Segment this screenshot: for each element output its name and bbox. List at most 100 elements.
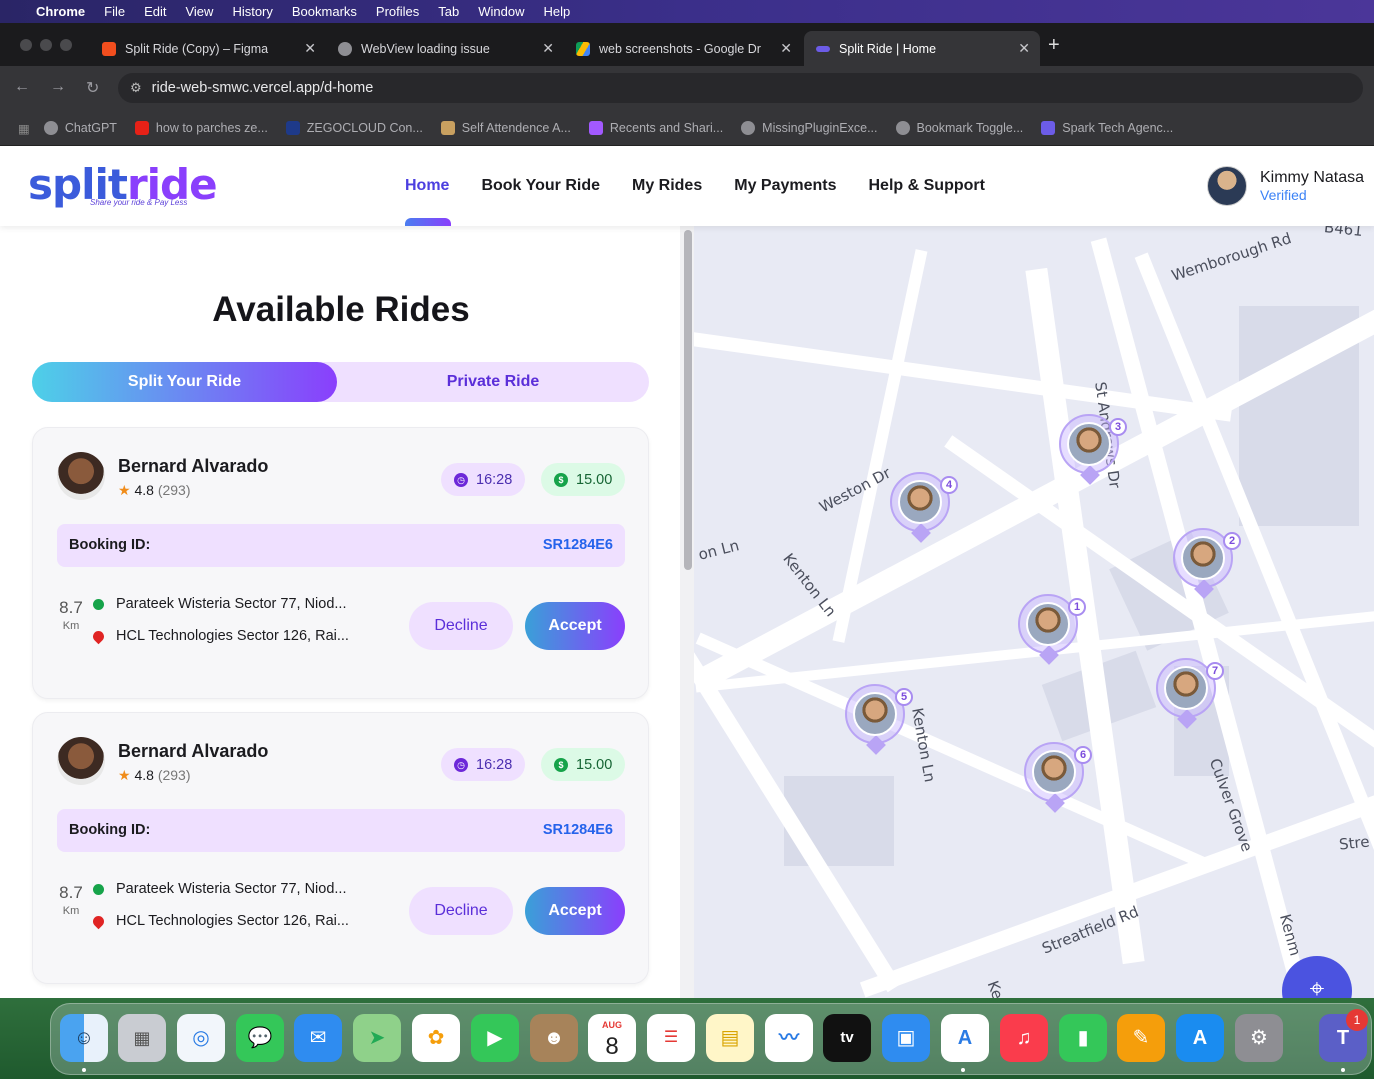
forward-icon[interactable]: → [50,78,66,96]
clock-icon: ◷ [454,757,468,772]
dropoff-location: HCL Technologies Sector 126, Rai... [90,913,349,929]
rating-value: 4.8 [134,767,154,783]
bookmark-item[interactable]: MissingPluginExce... [741,121,878,135]
calendar-icon[interactable]: AUG 8 [588,1014,636,1062]
menu-bookmarks[interactable]: Bookmarks [292,4,357,19]
finder-icon[interactable]: ☺ [60,1014,108,1062]
menu-file[interactable]: File [104,4,125,19]
decline-button[interactable]: Decline [409,887,513,935]
tv-icon[interactable]: tv [823,1014,871,1062]
close-tab-icon[interactable]: ✕ [542,40,554,57]
nav-my-rides[interactable]: My Rides [632,177,702,195]
bookmark-item[interactable]: Spark Tech Agenc... [1041,121,1173,135]
menu-help[interactable]: Help [544,4,571,19]
pages-icon[interactable]: ✎ [1117,1014,1165,1062]
nav-help-support[interactable]: Help & Support [869,177,985,195]
driver-marker[interactable]: 7 [1156,658,1224,730]
keynote-icon[interactable]: ▣ [882,1014,930,1062]
new-tab-icon[interactable]: + [1048,34,1060,57]
driver-marker[interactable]: 4 [890,472,958,544]
ride-time: 16:28 [476,471,513,488]
bookmark-item[interactable]: Bookmark Toggle... [895,121,1023,135]
apps-grid-icon[interactable]: ▦ [18,121,30,136]
launchpad-icon[interactable]: ▦ [118,1014,166,1062]
main-nav: Home Book Your Ride My Rides My Payments… [405,177,985,226]
driver-marker[interactable]: 5 [845,684,913,756]
close-tab-icon[interactable]: ✕ [780,40,792,57]
user-profile[interactable]: Kimmy Natasa Verified [1207,166,1364,206]
bookmark-item[interactable]: Recents and Shari... [588,121,723,135]
menu-history[interactable]: History [232,4,272,19]
driver-marker[interactable]: 3 [1059,414,1127,486]
scrollbar-thumb[interactable] [684,230,692,570]
numbers-icon[interactable]: ▮ [1059,1014,1107,1062]
bookmark-item[interactable]: how to parches ze... [134,121,268,135]
nav-my-payments[interactable]: My Payments [734,177,836,195]
nav-home[interactable]: Home [405,177,452,226]
bookmark-item[interactable]: ChatGPT [43,121,117,135]
close-tab-icon[interactable]: ✕ [1018,40,1030,57]
facetime-icon[interactable]: ▶ [471,1014,519,1062]
reminders-icon[interactable]: ☰ [647,1014,695,1062]
mail-icon[interactable]: ✉ [294,1014,342,1062]
reload-icon[interactable]: ↻ [86,78,99,98]
pickup-text: Parateek Wisteria Sector 77, Niod... [116,596,347,612]
accept-button[interactable]: Accept [525,602,625,650]
address-bar[interactable]: ⚙ ride-web-smwc.vercel.app/d-home [118,73,1363,103]
menu-edit[interactable]: Edit [144,4,166,19]
safari-icon[interactable]: ◎ [177,1014,225,1062]
freeform-icon[interactable]: 〰 [765,1014,813,1062]
logo-tagline: Share your ride & Pay Less [90,198,188,207]
browser-chrome: Split Ride (Copy) – Figma ✕ WebView load… [0,23,1374,146]
distance-value: 8.7 [59,883,83,902]
menu-window[interactable]: Window [478,4,524,19]
zoom-window-button[interactable] [60,39,72,51]
photos-icon[interactable]: ✿ [412,1014,460,1062]
minimize-window-button[interactable] [40,39,52,51]
menu-view[interactable]: View [185,4,213,19]
calendar-day: 8 [605,1033,619,1060]
map-view[interactable]: Wemborough Rd B461 Weston Dr St Andrews … [694,226,1374,998]
driver-marker[interactable]: 6 [1024,742,1092,814]
splitride-icon [816,45,830,52]
music-icon[interactable]: ♫ [1000,1014,1048,1062]
decline-button[interactable]: Decline [409,602,513,650]
figma-icon [102,41,116,56]
messages-icon[interactable]: 💬 [236,1014,284,1062]
driver-marker[interactable]: 1 [1018,594,1086,666]
maps-icon[interactable]: ➤ [353,1014,401,1062]
marker-number: 7 [1206,662,1224,680]
menu-tab[interactable]: Tab [438,4,459,19]
accept-button[interactable]: Accept [525,887,625,935]
tv-label: tv [840,1029,854,1046]
tab-figma[interactable]: Split Ride (Copy) – Figma ✕ [90,31,326,66]
site-info-icon[interactable]: ⚙ [130,80,142,96]
close-tab-icon[interactable]: ✕ [304,40,316,57]
back-icon[interactable]: ← [14,78,30,96]
driver-marker[interactable]: 2 [1173,528,1241,600]
close-window-button[interactable] [20,39,32,51]
menu-profiles[interactable]: Profiles [376,4,419,19]
notes-icon[interactable]: ▤ [706,1014,754,1062]
bookmark-item[interactable]: Self Attendence A... [440,121,571,135]
app-store-icon[interactable]: A [1176,1014,1224,1062]
tab-private-ride[interactable]: Private Ride [337,362,649,402]
map-label: Ke [983,978,1007,998]
menu-chrome[interactable]: Chrome [36,4,85,19]
nav-book-your-ride[interactable]: Book Your Ride [481,177,600,195]
youtube-icon [134,121,149,135]
system-settings-icon[interactable]: ⚙ [1235,1014,1283,1062]
driver-name: Bernard Alvarado [118,741,269,761]
bookmark-item[interactable]: ZEGOCLOUD Con... [285,121,423,135]
bookmarks-bar: ▦ ChatGPT how to parches ze... ZEGOCLOUD… [0,111,1374,146]
tab-split-your-ride[interactable]: Split Your Ride [32,362,337,402]
contacts-icon[interactable]: ☻ [530,1014,578,1062]
tab-webview[interactable]: WebView loading issue ✕ [326,31,564,66]
avatar[interactable] [1207,166,1247,206]
instruments-icon[interactable]: A [941,1014,989,1062]
tab-drive[interactable]: web screenshots - Google Dr ✕ [564,31,802,66]
tab-title: web screenshots - Google Dr [599,41,761,56]
splitride-logo[interactable]: splitride Share your ride & Pay Less [28,164,218,208]
tab-split-ride-home[interactable]: Split Ride | Home ✕ [804,31,1040,66]
web-page: splitride Share your ride & Pay Less Hom… [0,146,1374,998]
